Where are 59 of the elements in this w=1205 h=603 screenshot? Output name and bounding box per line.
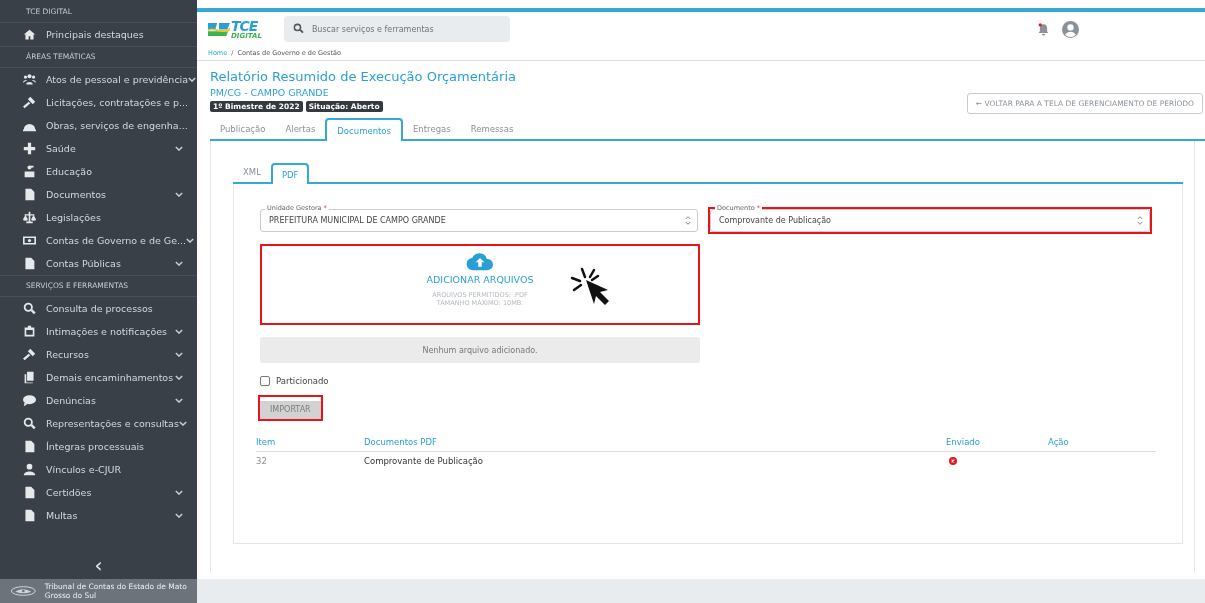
file-icon — [23, 188, 36, 201]
checkbox[interactable] — [260, 376, 270, 386]
sidebar-item[interactable]: Multas — [0, 504, 197, 527]
sidebar-item[interactable]: Licitações, contratações e p... — [0, 91, 197, 114]
column-header: Ação — [1048, 432, 1156, 451]
sidebar-item[interactable]: Contas Públicas — [0, 252, 197, 275]
user-icon — [23, 463, 36, 476]
sidebar-item[interactable]: Principais destaques — [0, 23, 197, 46]
sort-arrows-icon — [685, 216, 691, 225]
file-icon — [23, 257, 36, 270]
sidebar-item[interactable]: Documentos — [0, 183, 197, 206]
sidebar-item[interactable]: Representações e consultas — [0, 412, 197, 435]
file-icon — [23, 440, 36, 453]
checkbox-label: Particionado — [276, 376, 329, 386]
sidebar-item[interactable]: Recursos — [0, 343, 197, 366]
emblem-icon — [10, 585, 37, 597]
cloud-upload-icon — [466, 252, 494, 271]
file-icon — [23, 509, 36, 522]
sidebar-item[interactable]: Atos de pessoal e previdência — [0, 68, 197, 91]
column-header: Documentos PDF — [364, 432, 946, 451]
sidebar-item[interactable]: Íntegras processuais — [0, 435, 197, 458]
sidebar-item[interactable]: Demais encaminhamentos — [0, 366, 197, 389]
column-header: Enviado — [946, 432, 1048, 451]
copy-icon — [23, 371, 36, 384]
sidebar-item[interactable]: Intimações e notificações — [0, 320, 197, 343]
page-title: Relatório Resumido de Execução Orçamentária — [210, 69, 517, 84]
sidebar-item[interactable]: Contas de Governo e de Ge... — [0, 229, 197, 252]
comment-icon — [23, 394, 36, 407]
page-subtitle: PM/CG - CAMPO GRANDE — [210, 87, 330, 98]
gavel-icon — [23, 96, 36, 109]
school-icon — [23, 165, 36, 178]
search-icon — [23, 302, 36, 315]
gavel-icon — [23, 348, 36, 361]
user-avatar-icon[interactable] — [1062, 20, 1079, 38]
file-icon — [23, 486, 36, 499]
plus-icon — [23, 142, 36, 155]
empty-files-message: Nenhum arquivo adicionado. — [260, 337, 700, 363]
sidebar-item[interactable]: Certidões — [0, 481, 197, 504]
scale-icon — [23, 211, 36, 224]
sidebar-item[interactable]: Consulta de processos — [0, 297, 197, 320]
logo-icon — [208, 20, 230, 38]
sidebar-item[interactable]: Educação — [0, 160, 197, 183]
home-icon — [23, 28, 36, 41]
table-cell: Comprovante de Publicação — [364, 451, 946, 470]
sidebar-item[interactable]: Denúncias — [0, 389, 197, 412]
sidebar-item[interactable]: Vínculos e-CJUR — [0, 458, 197, 481]
users-icon — [23, 73, 36, 86]
search-field[interactable]: Buscar serviços e ferramentas — [283, 16, 510, 42]
sidebar-item[interactable]: Legislações — [0, 206, 197, 229]
money-icon — [23, 234, 36, 247]
sort-arrows-icon — [1137, 216, 1143, 225]
search-icon — [23, 417, 36, 430]
sidebar-item[interactable]: Saúde — [0, 137, 197, 160]
search-icon — [292, 23, 304, 34]
table-cell: 32 — [256, 451, 364, 470]
sidebar-item[interactable]: Obras, serviços de engenha... — [0, 114, 197, 137]
notice-icon — [23, 325, 36, 338]
notification-bell-icon[interactable] — [1037, 22, 1050, 36]
column-header: Item — [256, 432, 364, 451]
